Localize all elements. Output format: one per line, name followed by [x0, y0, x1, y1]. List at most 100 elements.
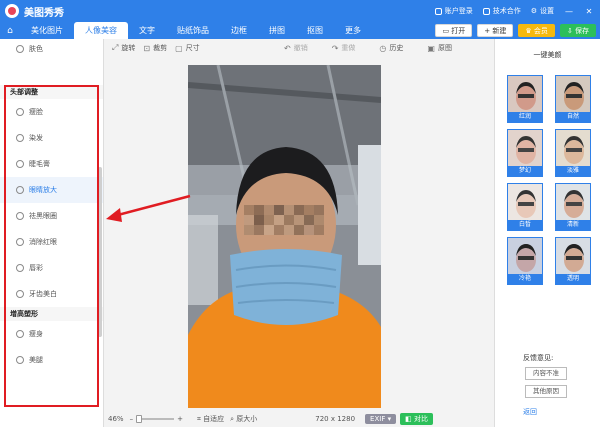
resize-icon: ▢ — [175, 43, 183, 53]
feedback-inaccurate-button[interactable]: 内容不准 — [525, 367, 567, 380]
back-link[interactable]: 返回 — [523, 407, 537, 417]
filter-thumb[interactable]: 清新 — [555, 183, 591, 231]
tab-cutout[interactable]: 抠图 — [296, 22, 334, 39]
filter-label: 清新 — [556, 220, 590, 230]
actual-size-button[interactable]: ⌕ 原大小 — [230, 414, 257, 424]
status-bar: 46% – + ⌗ 自适应 ⌕ 原大小 720 x 1280 EXIF ▾ ◧ … — [104, 410, 494, 427]
tab-collage[interactable]: 拼图 — [258, 22, 296, 39]
size-label: 尺寸 — [185, 44, 200, 52]
filter-label: 梦幻 — [508, 166, 542, 176]
app-logo-icon — [5, 4, 19, 18]
new-button[interactable]: + 新建 — [477, 24, 514, 37]
zoom-slider-handle[interactable] — [136, 414, 143, 423]
history-icon: ◷ — [379, 43, 387, 53]
tab-more[interactable]: 更多 — [334, 22, 372, 39]
filter-thumb[interactable]: 梦幻 — [507, 129, 543, 177]
exif-label: EXIF — [370, 414, 386, 423]
open-button[interactable]: ▭ 打开 — [435, 24, 473, 37]
crop-icon: ⊡ — [143, 43, 151, 53]
tool-skin-tone[interactable]: 肤色 — [0, 39, 103, 59]
fit-label: 自适应 — [203, 414, 225, 423]
redo-button[interactable]: ↷ 重做 — [332, 43, 356, 53]
undo-icon: ↶ — [284, 43, 291, 53]
filter-thumb[interactable]: 自然 — [555, 75, 591, 123]
filter-label: 冷艳 — [508, 274, 542, 284]
tab-text[interactable]: 文字 — [128, 22, 166, 39]
filter-thumb[interactable]: 红润 — [507, 75, 543, 123]
filter-thumb[interactable]: 白皙 — [507, 183, 543, 231]
edit-toolbar: ⤢ 旋转 ⊡ 裁剪 ▢ 尺寸 ↶ 撤销 ↷ 重做 ◷ 历史 ▣ 原图 — [104, 39, 494, 57]
filter-grid: 红润 自然 梦幻 淡雅 白皙 清新 冷艳 透明 — [507, 75, 591, 285]
actual-label: 原大小 — [236, 414, 258, 423]
app-title: 美图秀秀 — [24, 7, 64, 19]
zoom-level: 46% — [108, 414, 124, 423]
account-login-link[interactable]: 账户登录 — [434, 6, 473, 16]
portrait-photo — [188, 65, 381, 408]
size-button[interactable]: ▢ 尺寸 — [175, 43, 200, 53]
minimize-button[interactable]: — — [564, 7, 574, 16]
image-icon: ▣ — [427, 43, 435, 53]
filter-thumb[interactable]: 淡雅 — [555, 129, 591, 177]
home-icon[interactable]: ⌂ — [0, 22, 20, 39]
zoom-out-button[interactable]: – — [130, 415, 134, 423]
settings-link[interactable]: ⚙ 设置 — [531, 6, 554, 16]
settings-label: 设置 — [540, 7, 554, 15]
crop-button[interactable]: ⊡ 裁剪 — [143, 43, 167, 53]
rotate-button[interactable]: ⤢ 旋转 — [112, 43, 135, 53]
undo-label: 撤销 — [293, 44, 308, 52]
history-button[interactable]: ◷ 历史 — [379, 43, 403, 53]
tab-beautify[interactable]: 美化图片 — [20, 22, 74, 39]
right-panel: 一键美颜 红润 自然 梦幻 淡雅 白皙 清新 冷艳 透明 反馈意见: 内容不准 … — [494, 39, 600, 427]
close-button[interactable]: ✕ — [584, 7, 594, 16]
compare-label: 对比 — [413, 414, 428, 423]
one-click-beauty-title: 一键美颜 — [533, 51, 562, 59]
new-label: 新建 — [492, 27, 507, 35]
tab-portrait[interactable]: 人像美容 — [74, 22, 128, 39]
user-icon — [434, 7, 442, 15]
save-label: 保存 — [575, 27, 589, 35]
tab-stickers[interactable]: 贴纸饰品 — [166, 22, 220, 39]
feedback-title: 反馈意见: — [523, 354, 554, 362]
filter-label: 白皙 — [508, 220, 542, 230]
zoom-slider[interactable] — [136, 414, 175, 423]
compare-icon: ◧ — [405, 414, 414, 423]
open-label: 打开 — [451, 27, 466, 35]
vip-label: 会员 — [533, 27, 548, 35]
annotation-arrow — [106, 194, 191, 222]
account-label: 账户登录 — [444, 7, 473, 15]
tech-coop-link[interactable]: 技术合作 — [482, 6, 521, 16]
rotate-label: 旋转 — [121, 44, 136, 52]
palette-icon — [16, 45, 24, 53]
tech-label: 技术合作 — [492, 7, 521, 15]
feedback-other-button[interactable]: 其他原因 — [525, 385, 567, 398]
save-icon: ⇩ — [566, 27, 575, 35]
save-button[interactable]: ⇩ 保存 — [559, 24, 596, 37]
exif-button[interactable]: EXIF ▾ — [365, 413, 397, 424]
highlight-box — [4, 85, 99, 407]
vip-button[interactable]: ♛ 会员 — [518, 24, 555, 37]
crown-icon: ♛ — [525, 27, 534, 35]
filter-thumb[interactable]: 冷艳 — [507, 237, 543, 285]
title-bar: 美图秀秀 账户登录 技术合作 ⚙ 设置 — ✕ — [0, 0, 600, 22]
menu-bar: ⌂ 美化图片 人像美容 文字 贴纸饰品 边框 拼图 抠图 更多 ▭ 打开 + 新… — [0, 22, 600, 39]
compare-button[interactable]: ◧ 对比 — [400, 412, 433, 425]
filter-label: 淡雅 — [556, 166, 590, 176]
tab-frames[interactable]: 边框 — [220, 22, 258, 39]
filter-thumb[interactable]: 透明 — [555, 237, 591, 285]
photo-canvas[interactable] — [188, 65, 381, 408]
crop-label: 裁剪 — [153, 44, 168, 52]
redo-label: 重做 — [341, 44, 356, 52]
filter-label: 红润 — [508, 112, 542, 122]
folder-icon: ▭ — [442, 27, 452, 35]
image-dimensions: 720 x 1280 — [315, 414, 356, 423]
undo-button[interactable]: ↶ 撤销 — [284, 43, 308, 53]
zoom-in-button[interactable]: + — [177, 415, 183, 423]
history-label: 历史 — [389, 44, 404, 52]
filter-label: 透明 — [556, 274, 590, 284]
fit-button[interactable]: ⌗ 自适应 — [197, 414, 224, 424]
original-button[interactable]: ▣ 原图 — [427, 43, 452, 53]
handshake-icon — [482, 7, 490, 15]
tool-label: 肤色 — [29, 45, 43, 53]
gear-icon: ⚙ — [530, 7, 537, 15]
